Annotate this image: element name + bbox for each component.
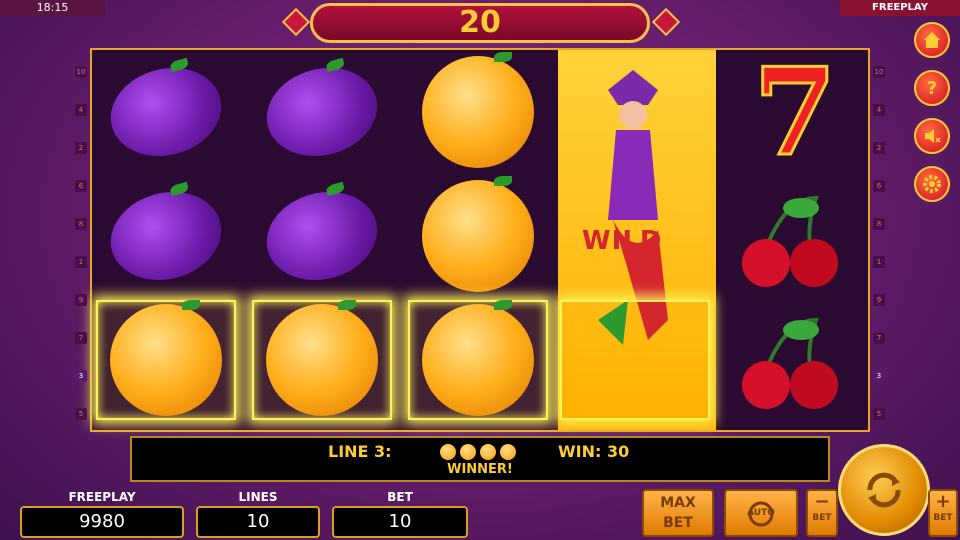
payline-number: 9 — [75, 294, 87, 306]
mode-tag: FREEPLAY — [840, 0, 960, 16]
payline-number: 3 — [75, 370, 87, 382]
home-icon — [924, 32, 940, 48]
autoplay-button[interactable]: AUTO — [724, 489, 798, 537]
payline-number: 2 — [873, 142, 885, 154]
payline-number: 2 — [75, 142, 87, 154]
orange-symbol — [408, 52, 548, 172]
reel-3 — [404, 50, 552, 430]
payline-number: 1 — [873, 256, 885, 268]
coin-icon — [500, 444, 516, 460]
payline-number: 5 — [873, 408, 885, 420]
lines-display: 10 — [196, 506, 320, 538]
orange-symbol — [408, 300, 548, 420]
bet-display: 10 — [332, 506, 468, 538]
max-bet-label-bottom: BET — [663, 515, 693, 531]
payline-number: 6 — [75, 180, 87, 192]
freeplay-label: FREEPLAY — [68, 490, 136, 504]
bet-minus-label: BET — [812, 513, 832, 523]
bet-plus-label: BET — [933, 513, 953, 523]
home-button[interactable] — [914, 22, 950, 58]
plum-symbol — [96, 52, 236, 172]
plum-symbol — [252, 52, 392, 172]
bet-decrease-button[interactable]: − BET — [806, 489, 838, 537]
help-button[interactable]: ? — [914, 70, 950, 106]
spin-icon — [867, 472, 901, 508]
wild-label: WILD — [582, 226, 663, 256]
coin-icon — [460, 444, 476, 460]
reel-1 — [92, 50, 240, 430]
help-icon: ? — [926, 77, 938, 99]
orange-symbol — [252, 300, 392, 420]
payline-number: 7 — [873, 332, 885, 344]
max-bet-button[interactable]: MAX BET — [642, 489, 714, 537]
auto-label: AUTO — [747, 508, 775, 518]
bet-label: BET — [387, 490, 413, 504]
balance-display: 9980 — [20, 506, 184, 538]
seven-symbol: 7 — [752, 42, 839, 183]
coin-icon — [440, 444, 456, 460]
wild-highlight — [560, 300, 710, 420]
plum-symbol — [96, 176, 236, 296]
payline-number: 9 — [873, 294, 885, 306]
payline-number: 10 — [873, 66, 885, 78]
payline-number: 5 — [75, 408, 87, 420]
settings-button[interactable] — [914, 166, 950, 202]
minus-icon: − — [814, 491, 830, 512]
orange-symbol — [408, 176, 548, 296]
sound-button[interactable] — [914, 118, 950, 154]
payline-number: 4 — [75, 104, 87, 116]
sound-muted-icon — [925, 129, 941, 143]
win-amount: WIN: 30 — [558, 442, 630, 461]
orange-symbol — [96, 300, 236, 420]
payline-number: 10 — [75, 66, 87, 78]
wild-joker-symbol: WILD — [558, 50, 716, 430]
payline-number: 1 — [75, 256, 87, 268]
line-label: LINE 3: — [328, 442, 392, 461]
gear-icon — [923, 175, 941, 193]
payline-number: 3 — [873, 370, 885, 382]
payline-number: 4 — [873, 104, 885, 116]
payline-number: 8 — [873, 218, 885, 230]
cherry-symbol — [742, 195, 838, 287]
reel-2 — [248, 50, 396, 430]
max-bet-label-top: MAX — [660, 495, 696, 511]
plum-symbol — [252, 176, 392, 296]
payline-number: 7 — [75, 332, 87, 344]
spin-button[interactable] — [838, 444, 930, 536]
lines-label: LINES — [238, 490, 278, 504]
clock: 18:15 — [0, 0, 105, 16]
payline-number: 8 — [75, 218, 87, 230]
bet-increase-button[interactable]: + BET — [928, 489, 958, 537]
payline-number: 6 — [873, 180, 885, 192]
cherry-symbol — [742, 317, 838, 409]
win-message-bar: LINE 3: WIN: 30 WINNER! — [130, 436, 830, 482]
total-win-display: 20 — [310, 3, 650, 43]
winner-text: WINNER! — [447, 462, 513, 477]
plus-icon: + — [935, 491, 951, 512]
coin-icon — [480, 444, 496, 460]
